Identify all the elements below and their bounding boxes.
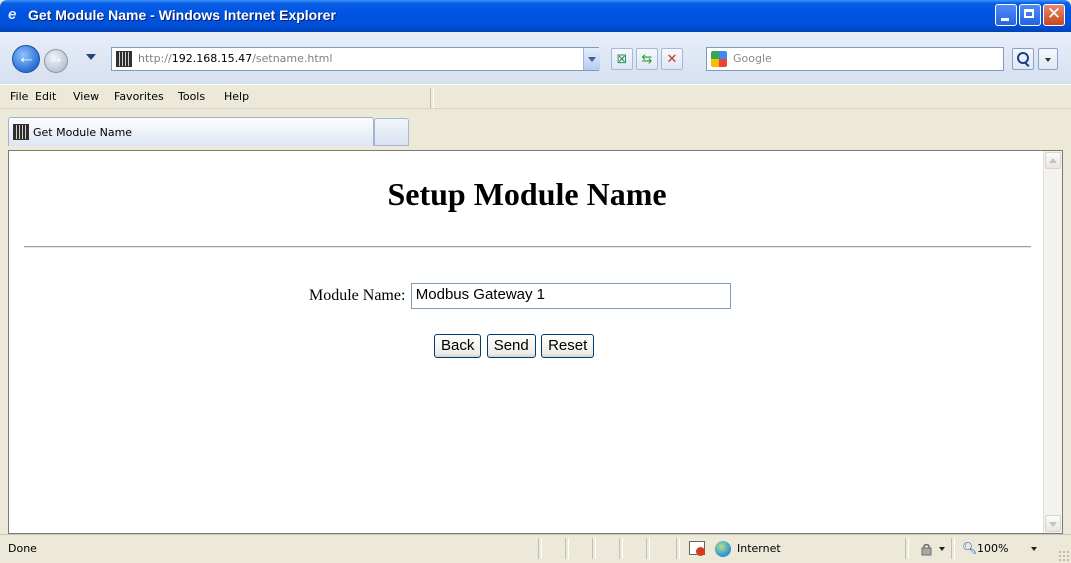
resize-grip[interactable] (1058, 550, 1069, 561)
refresh-icon: ⇆ (641, 51, 653, 66)
search-options-button[interactable] (1038, 48, 1058, 70)
search-placeholder: Google (733, 52, 772, 65)
minimize-button[interactable] (995, 4, 1017, 26)
form-buttons: Back Send Reset (434, 334, 596, 358)
page-favicon-icon (116, 51, 132, 67)
menu-separator (430, 88, 434, 108)
page-content: Setup Module Name Module Name: Modbus Ga… (8, 150, 1063, 534)
back-form-button[interactable]: Back (434, 334, 482, 358)
new-tab-button[interactable] (374, 118, 409, 146)
window-title: Get Module Name - Windows Internet Explo… (28, 7, 336, 23)
zoom-icon: 🔍︎ (962, 541, 978, 555)
stop-icon: ✕ (666, 51, 678, 66)
ie-window: e Get Module Name - Windows Internet Exp… (0, 0, 1071, 563)
protected-mode-icon[interactable] (918, 542, 934, 556)
url-prefix: http:// (138, 52, 172, 65)
url-path: /setname.html (252, 52, 333, 65)
close-button[interactable]: ✕ (1043, 4, 1065, 26)
reset-button[interactable]: Reset (541, 334, 595, 358)
search-button[interactable] (1012, 48, 1034, 70)
recent-pages-dropdown[interactable] (86, 54, 96, 60)
chevron-down-icon[interactable] (1031, 547, 1037, 551)
zoom-level[interactable]: 100% (977, 542, 1008, 555)
stop-button[interactable]: ✕ (661, 48, 683, 70)
status-separator (646, 538, 650, 559)
address-dropdown-button[interactable] (583, 48, 600, 70)
status-separator (592, 538, 596, 559)
refresh-button[interactable]: ⇆ (636, 48, 658, 70)
status-bar: Done Internet 🔍︎ 100% (0, 534, 1071, 563)
status-separator (565, 538, 569, 559)
compatibility-icon: ⊠ (616, 51, 628, 66)
page-title: Setup Module Name (387, 176, 667, 212)
send-button[interactable]: Send (486, 334, 536, 358)
ie-logo-icon: e (8, 6, 17, 23)
menu-view[interactable]: View (73, 90, 99, 103)
status-separator (619, 538, 623, 559)
vertical-scrollbar[interactable] (1043, 151, 1062, 533)
scroll-down-button[interactable] (1045, 515, 1061, 532)
address-bar[interactable]: http://192.168.15.47/setname.html (111, 47, 599, 71)
tab-favicon-icon (13, 124, 29, 140)
status-separator (951, 538, 955, 559)
menu-bar: File Edit View Favorites Tools Help (0, 84, 1071, 109)
google-logo-icon (711, 51, 727, 67)
search-box[interactable]: Google (706, 47, 1004, 71)
internet-zone-icon (715, 541, 731, 557)
chevron-down-icon[interactable] (939, 547, 945, 551)
url-host: 192.168.15.47 (171, 52, 253, 65)
status-separator (676, 538, 680, 559)
module-name-input[interactable]: Modbus Gateway 1 (410, 283, 731, 309)
menu-file[interactable]: File (10, 90, 28, 103)
status-separator (538, 538, 542, 559)
title-bar[interactable]: e Get Module Name - Windows Internet Exp… (0, 0, 1071, 32)
status-text: Done (8, 542, 37, 555)
tab-bar: Get Module Name (0, 108, 1071, 154)
status-separator (905, 538, 909, 559)
menu-tools[interactable]: Tools (178, 90, 205, 103)
scroll-up-button[interactable] (1045, 152, 1061, 169)
forward-button[interactable] (44, 49, 68, 73)
menu-help[interactable]: Help (224, 90, 249, 103)
maximize-button[interactable] (1019, 4, 1041, 26)
module-name-label: Module Name: (309, 287, 406, 304)
tab-label: Get Module Name (33, 126, 133, 139)
popup-blocked-icon[interactable] (689, 541, 705, 556)
security-zone[interactable]: Internet (737, 542, 781, 555)
menu-favorites[interactable]: Favorites (114, 90, 164, 103)
module-name-row: Module Name: Modbus Gateway 1 (309, 283, 731, 309)
back-button[interactable] (12, 45, 40, 73)
menu-edit[interactable]: Edit (35, 90, 56, 103)
url-text[interactable]: http://192.168.15.47/setname.html (138, 52, 332, 65)
horizontal-rule (24, 246, 1031, 248)
close-icon: ✕ (1046, 4, 1062, 23)
tab-get-module-name[interactable]: Get Module Name (8, 117, 374, 146)
compatibility-view-button[interactable]: ⊠ (611, 48, 633, 70)
